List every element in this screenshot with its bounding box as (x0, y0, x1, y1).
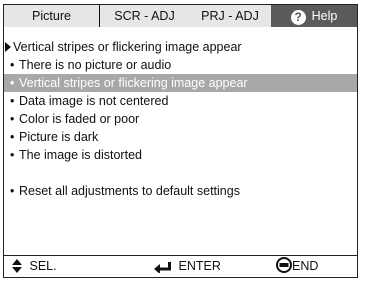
footer-hint-bar: SEL. ENTER END (4, 255, 357, 277)
question-circle-icon: ? (290, 10, 306, 25)
breadcrumb: Vertical stripes or flickering image app… (4, 38, 242, 56)
menu-item-picture-dark[interactable]: • Picture is dark (4, 128, 357, 146)
menu-item-label: Picture is dark (19, 130, 99, 144)
bullet-icon: • (10, 184, 15, 198)
footer-end: END (276, 256, 318, 277)
up-down-arrows-icon (12, 259, 22, 273)
footer-enter-label: ENTER (178, 259, 221, 273)
menu-item-label: Vertical stripes or flickering image app… (19, 76, 248, 90)
breadcrumb-arrow-icon (5, 42, 11, 52)
bullet-icon: • (10, 94, 15, 108)
menu-item-label: The image is distorted (19, 148, 142, 162)
footer-end-label: END (292, 259, 319, 273)
tab-picture[interactable]: Picture (4, 5, 100, 27)
footer-sel: SEL. (12, 256, 57, 277)
breadcrumb-label: Vertical stripes or flickering image app… (13, 40, 242, 54)
footer-sel-label: SEL. (29, 259, 57, 273)
menu-item-no-picture[interactable]: • There is no picture or audio (4, 56, 357, 74)
menu-item-not-centered[interactable]: • Data image is not centered (4, 92, 357, 110)
tab-bar: Picture SCR - ADJ PRJ - ADJ ? Help (4, 5, 357, 27)
menu-item-vertical-stripes[interactable]: • Vertical stripes or flickering image ap… (4, 74, 357, 92)
tab-help-label: Help (311, 9, 338, 23)
tab-prj-adj[interactable]: PRJ - ADJ (189, 5, 271, 27)
help-menu-window: Picture SCR - ADJ PRJ - ADJ ? Help Vertic… (3, 4, 358, 278)
tab-scr-adj[interactable]: SCR - ADJ (100, 5, 189, 27)
menu-item-image-distorted[interactable]: • The image is distorted (4, 146, 357, 164)
bullet-icon: • (10, 130, 15, 144)
menu-item-label: Data image is not centered (19, 94, 169, 108)
menu-item-label: Reset all adjustments to default setting… (19, 184, 240, 198)
menu-item-label: There is no picture or audio (19, 58, 172, 72)
menu-item-reset[interactable]: • Reset all adjustments to default settin… (4, 182, 357, 200)
menu-item-label: Color is faded or poor (19, 112, 140, 126)
footer-enter: ENTER (154, 256, 221, 277)
bullet-icon: • (10, 148, 15, 162)
bullet-icon: • (10, 76, 15, 90)
tab-help[interactable]: ? Help (271, 5, 357, 27)
bullet-icon: • (10, 112, 15, 126)
menu-item-color-faded[interactable]: • Color is faded or poor (4, 110, 357, 128)
end-button-icon (276, 257, 292, 273)
bullet-icon: • (10, 58, 15, 72)
enter-arrow-icon (154, 262, 171, 274)
